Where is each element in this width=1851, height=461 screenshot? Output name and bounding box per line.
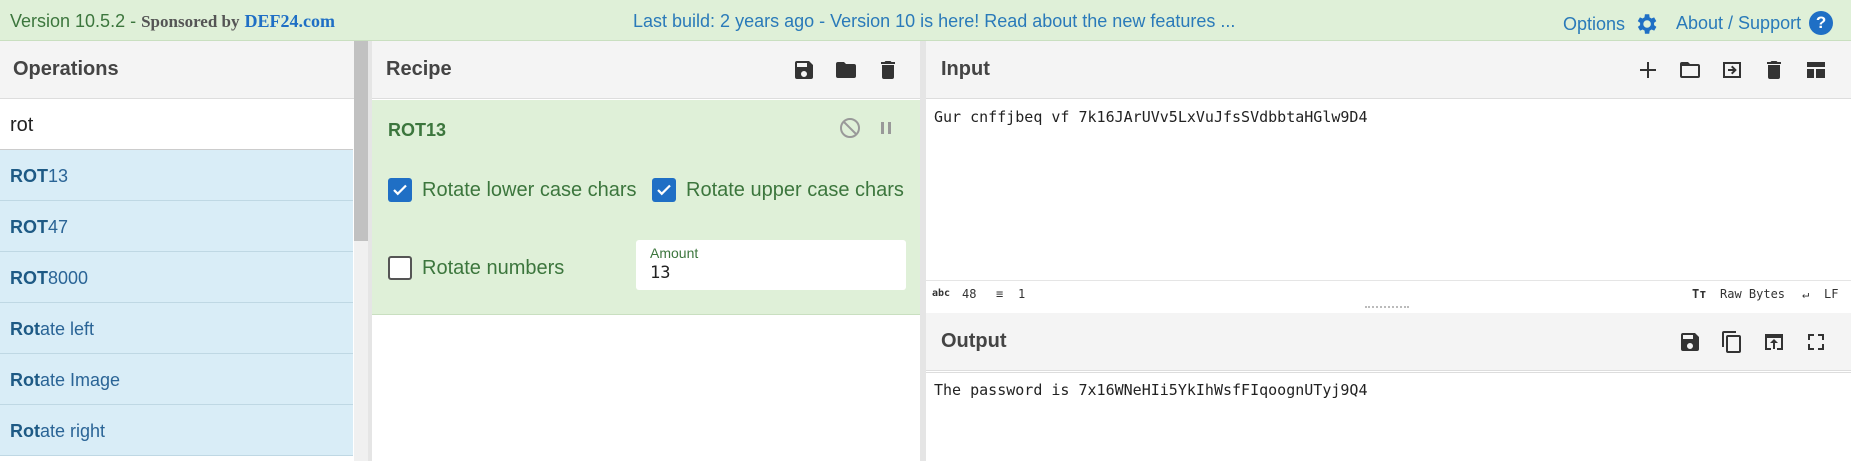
- recipe-ingredient-rot13: ROT13 Rotate lower case chars Rotate upp…: [372, 100, 920, 315]
- open-folder-icon[interactable]: [1678, 58, 1702, 82]
- op-rest: 8000: [48, 268, 89, 288]
- folder-icon[interactable]: [834, 58, 858, 82]
- about-label: About / Support: [1676, 12, 1802, 33]
- op-item-rotate-left[interactable]: Rotate left: [0, 303, 353, 354]
- plus-icon[interactable]: [1636, 58, 1660, 82]
- disable-icon[interactable]: [838, 116, 862, 140]
- operations-header: Operations: [0, 41, 355, 99]
- op-item-rotate-image[interactable]: Rotate Image: [0, 354, 353, 405]
- checkbox-unchecked-icon: [388, 256, 412, 280]
- sponsor-link[interactable]: DEF24.com: [245, 11, 335, 31]
- pause-icon[interactable]: [874, 116, 898, 140]
- version-info: Version 10.5.2 - Sponsored by DEF24.com: [10, 11, 335, 32]
- op-match: Rot: [10, 421, 40, 441]
- save-icon[interactable]: [1678, 330, 1702, 354]
- layout-icon[interactable]: [1804, 58, 1828, 82]
- raw-bytes-button[interactable]: Raw Bytes: [1720, 287, 1785, 301]
- gear-icon: [1637, 14, 1657, 34]
- input-textarea[interactable]: Gur cnffjbeq vf 7k16JArUVv5LxVuJfsSVdbbt…: [926, 100, 1851, 280]
- rotate-lower-checkbox[interactable]: Rotate lower case chars: [388, 178, 637, 202]
- checkbox-checked-icon: [652, 178, 676, 202]
- options-label: Options: [1563, 13, 1626, 34]
- input-header: Input: [926, 41, 1851, 99]
- amount-field[interactable]: Amount 13: [636, 240, 906, 290]
- amount-label: Amount: [650, 245, 699, 261]
- op-item-rotate-right[interactable]: Rotate right: [0, 405, 353, 456]
- rotate-upper-label: Rotate upper case chars: [686, 178, 904, 201]
- op-rest: ate right: [40, 421, 106, 441]
- output-title: Output: [941, 330, 1007, 352]
- save-icon[interactable]: [792, 58, 816, 82]
- operations-list: ROT13 ROT47 ROT8000 Rotate left Rotate I…: [0, 150, 353, 456]
- op-match: ROT: [10, 268, 48, 288]
- help-icon: ?: [1809, 11, 1834, 35]
- lines-value: 1: [1018, 287, 1026, 301]
- eol-button[interactable]: LF: [1824, 287, 1838, 301]
- options-button[interactable]: Options: [1563, 11, 1659, 37]
- input-status-bar: abc 48 ≡ 1 Tт Raw Bytes ↵ LF: [926, 280, 1851, 305]
- output-textarea[interactable]: The password is 7x16WNeHIi5YkIhWsfFIqoog…: [926, 372, 1851, 461]
- resize-handle[interactable]: [1365, 306, 1409, 310]
- operations-title: Operations: [13, 58, 119, 80]
- eol-icon: ↵: [1802, 287, 1810, 301]
- op-item-rot47[interactable]: ROT47: [0, 201, 353, 252]
- operations-search-input[interactable]: rot: [0, 100, 353, 150]
- trash-icon[interactable]: [1762, 58, 1786, 82]
- length-value: 48: [962, 287, 977, 301]
- maximize-icon[interactable]: [1804, 330, 1828, 354]
- top-banner: Version 10.5.2 - Sponsored by DEF24.com …: [0, 0, 1851, 41]
- op-match: ROT: [10, 166, 48, 186]
- about-support-button[interactable]: About / Support ?: [1676, 11, 1834, 35]
- op-match: ROT: [10, 217, 48, 237]
- rotate-lower-label: Rotate lower case chars: [422, 178, 637, 201]
- op-match: Rot: [10, 370, 40, 390]
- copy-icon[interactable]: [1720, 330, 1744, 354]
- recipe-header: Recipe: [372, 41, 920, 99]
- op-rest: ate Image: [40, 370, 121, 390]
- recipe-toolbar: [792, 58, 900, 82]
- lines-icon: ≡: [996, 287, 1004, 301]
- operations-scroll-thumb[interactable]: [354, 41, 368, 241]
- op-rest: ate left: [40, 319, 95, 339]
- amount-value[interactable]: 13: [650, 263, 892, 283]
- recipe-title: Recipe: [386, 58, 452, 80]
- op-rest: 47: [48, 217, 69, 237]
- trash-icon[interactable]: [876, 58, 900, 82]
- replace-input-icon[interactable]: [1762, 330, 1786, 354]
- output-toolbar: [1678, 330, 1828, 354]
- rotate-numbers-label: Rotate numbers: [422, 256, 565, 279]
- import-icon[interactable]: [1720, 58, 1744, 82]
- sponsored-text: Sponsored by: [141, 12, 240, 31]
- length-icon: abc: [932, 288, 951, 299]
- text-size-icon: Tт: [1692, 287, 1707, 301]
- rotate-numbers-checkbox[interactable]: Rotate numbers: [388, 256, 564, 280]
- output-header: Output: [926, 313, 1851, 371]
- input-title: Input: [941, 58, 990, 80]
- op-match: Rot: [10, 319, 40, 339]
- input-toolbar: [1636, 58, 1828, 82]
- build-notice-link[interactable]: Last build: 2 years ago - Version 10 is …: [633, 11, 1235, 32]
- op-item-rot13[interactable]: ROT13: [0, 150, 353, 201]
- op-rest: 13: [48, 166, 69, 186]
- ingredient-title: ROT13: [388, 120, 447, 140]
- checkbox-checked-icon: [388, 178, 412, 202]
- op-item-rot8000[interactable]: ROT8000: [0, 252, 353, 303]
- version-text: Version 10.5.2 -: [10, 11, 142, 31]
- rotate-upper-checkbox[interactable]: Rotate upper case chars: [652, 178, 904, 202]
